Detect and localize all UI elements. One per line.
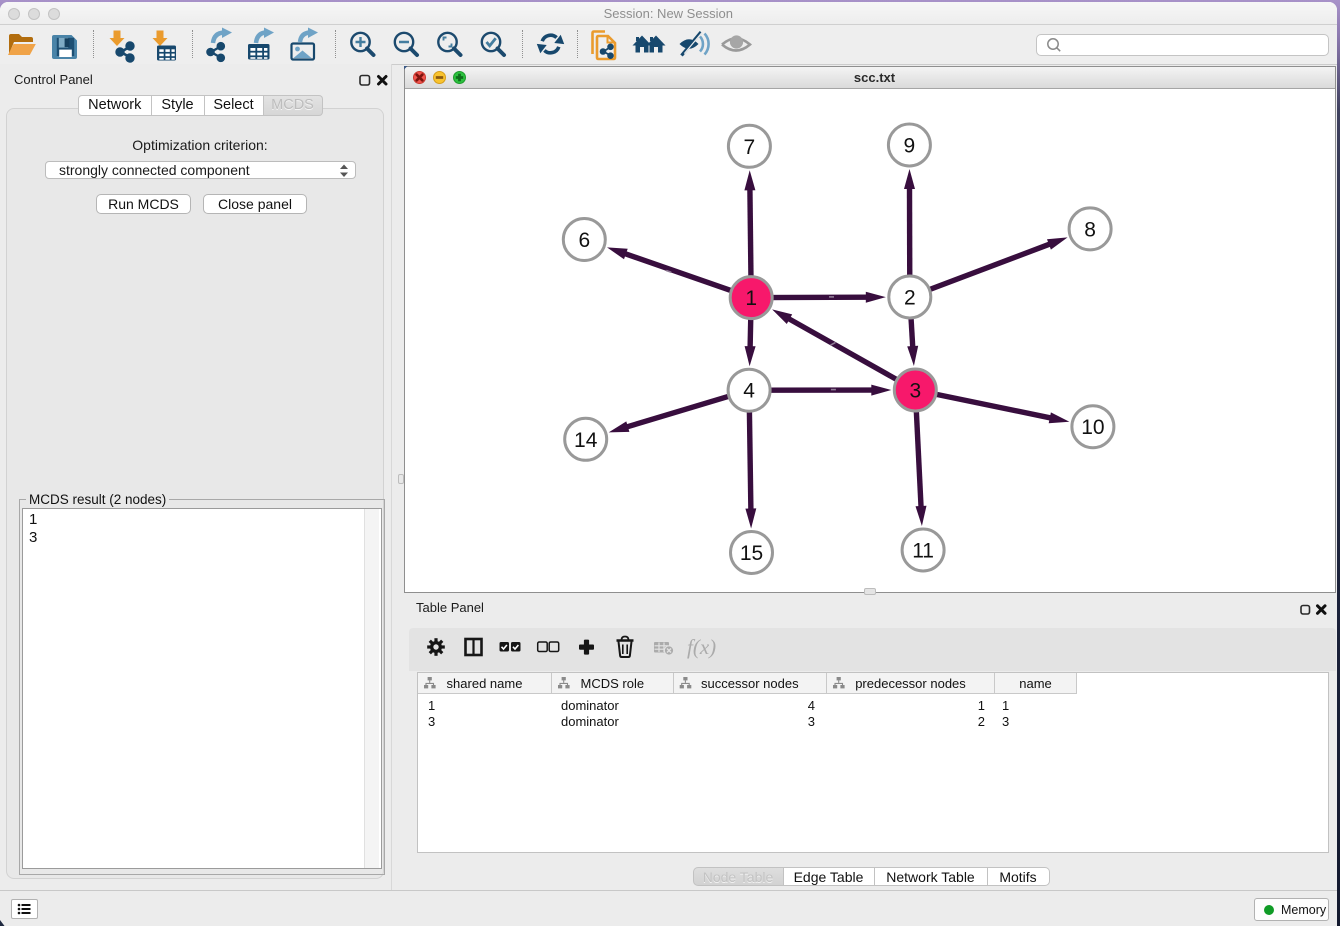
svg-text:8: 8 <box>1084 218 1096 241</box>
svg-text:4: 4 <box>743 379 755 402</box>
svg-text:7: 7 <box>743 135 755 158</box>
svg-text:2: 2 <box>903 286 915 309</box>
svg-text:15: 15 <box>739 542 762 565</box>
svg-text:9: 9 <box>903 134 915 157</box>
svg-text:6: 6 <box>578 229 590 252</box>
svg-text:1: 1 <box>745 287 757 310</box>
svg-text:f(x): f(x) <box>687 635 716 659</box>
svg-text:10: 10 <box>1081 416 1104 439</box>
svg-text:11: 11 <box>912 539 934 562</box>
svg-text:14: 14 <box>574 428 598 451</box>
svg-text:3: 3 <box>909 379 921 402</box>
